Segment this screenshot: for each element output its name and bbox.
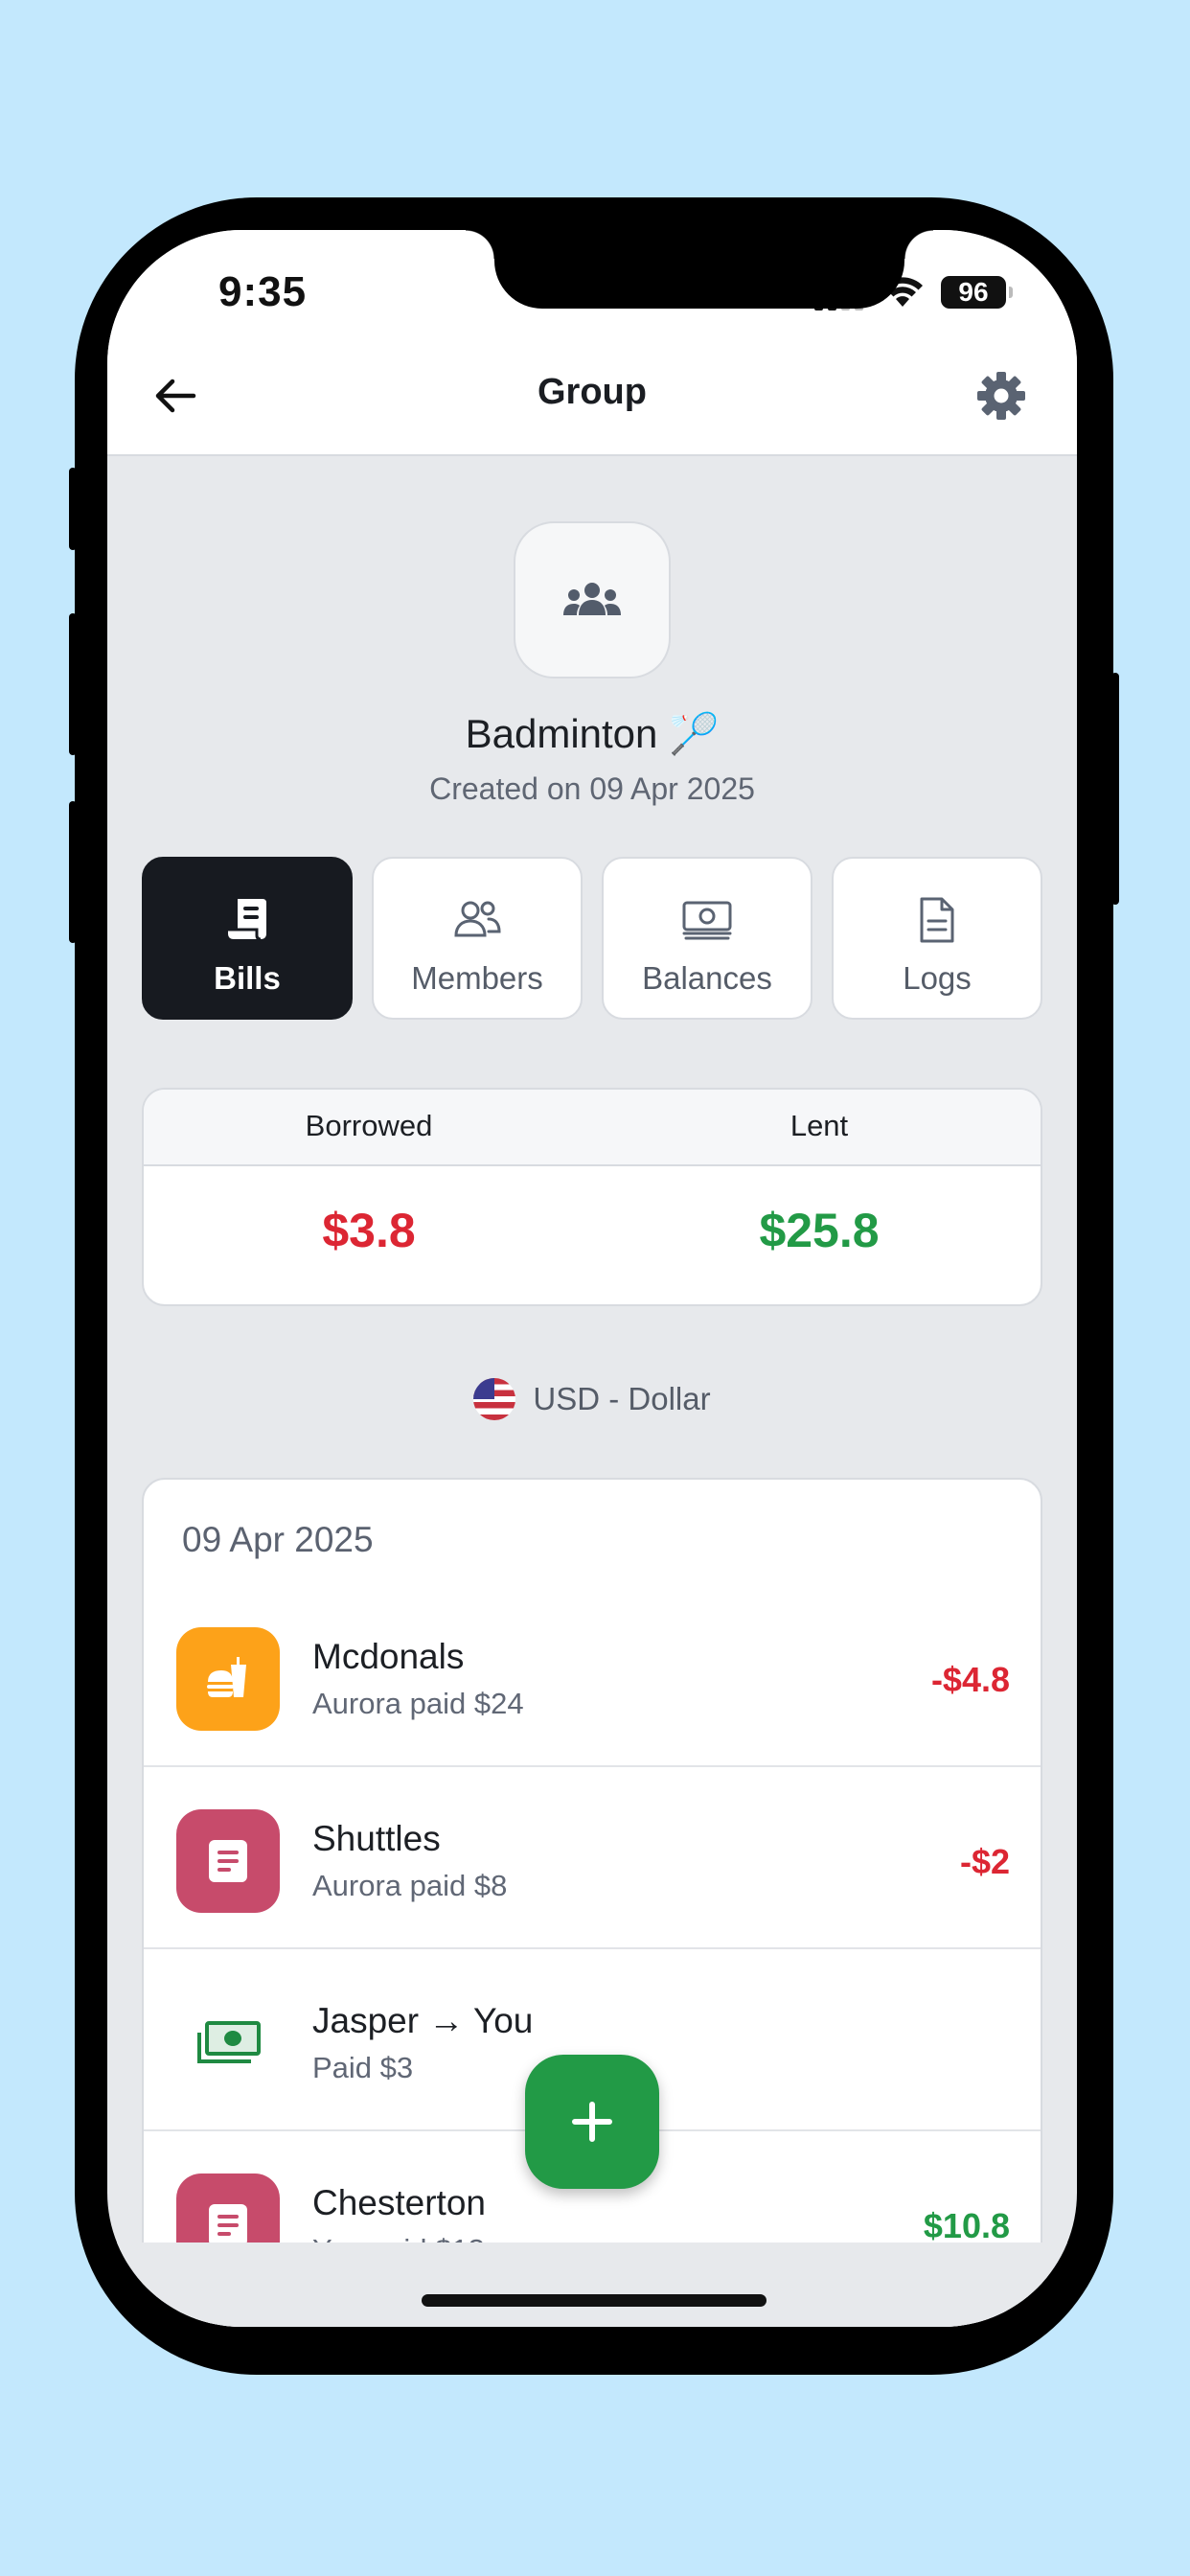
bill-amount: -$2: [959, 1842, 1010, 1881]
page-title: Group: [538, 372, 647, 412]
us-flag-icon: [473, 1378, 516, 1420]
note-icon: [209, 2204, 247, 2246]
group-name: Badminton 🏸: [465, 711, 720, 756]
money-icon: [197, 2021, 261, 2063]
note-icon: [209, 1840, 247, 1882]
receipt-icon: [228, 899, 266, 941]
settlement-detail: Paid $3: [312, 2051, 414, 2084]
plus-icon: [572, 2102, 612, 2142]
gear-icon[interactable]: [975, 370, 1027, 422]
status-time: 9:35: [218, 268, 308, 315]
battery-indicator: 96: [941, 276, 1013, 309]
bills-list: 09 Apr 2025 Mcdonals Aurora paid $24 -$4…: [142, 1478, 1042, 2327]
summary-header: Borrowed Lent: [144, 1090, 1041, 1166]
app-bar: Group: [107, 335, 1077, 456]
document-icon: [920, 897, 954, 943]
fast-food-icon: [207, 1657, 246, 1697]
bill-item[interactable]: Mcdonals Aurora paid $24 -$4.8: [144, 1585, 1041, 1767]
add-bill-button[interactable]: [525, 2055, 659, 2189]
tab-bills-label: Bills: [214, 960, 281, 996]
group-created-date: Created on 09 Apr 2025: [429, 771, 755, 806]
borrowed-label: Borrowed: [305, 1109, 433, 1142]
home-indicator[interactable]: [422, 2294, 767, 2307]
bill-payer: Aurora paid $24: [312, 1687, 524, 1720]
bill-category-icon: [176, 1809, 280, 1913]
currency-selector[interactable]: USD - Dollar: [107, 1378, 1077, 1420]
bill-name: Chesterton: [312, 2183, 486, 2222]
tab-logs[interactable]: Logs: [832, 857, 1042, 1020]
group-people-icon: [563, 583, 621, 615]
bill-item[interactable]: Shuttles Aurora paid $8 -$2: [144, 1767, 1041, 1949]
bills-date-header: 09 Apr 2025: [182, 1520, 374, 1559]
tab-balances-label: Balances: [642, 960, 772, 996]
borrowed-value: $3.8: [322, 1204, 416, 1257]
tab-members[interactable]: Members: [372, 857, 583, 1020]
phone-mute-switch: [69, 468, 77, 550]
settlement-name: Jasper → You: [312, 2001, 534, 2040]
tab-members-label: Members: [411, 960, 543, 996]
bill-payer: Aurora paid $8: [312, 1869, 508, 1902]
group-avatar: [514, 521, 671, 678]
home-indicator-area: [107, 2242, 1077, 2327]
phone-volume-down: [69, 801, 77, 943]
members-icon: [454, 901, 501, 937]
cash-icon: [682, 901, 732, 940]
app-screen: 9:35 96 Group Badminton 🏸 Created on 09 …: [107, 230, 1077, 2327]
bill-name: Shuttles: [312, 1819, 441, 1858]
currency-label: USD - Dollar: [533, 1381, 711, 1416]
bill-category-icon: [176, 1991, 280, 2095]
tab-logs-label: Logs: [903, 960, 972, 996]
bill-amount: -$4.8: [930, 1660, 1010, 1699]
phone-power-button: [1111, 673, 1119, 905]
bill-amount: $10.8: [923, 2206, 1010, 2245]
lent-value: $25.8: [759, 1204, 880, 1257]
tab-balances[interactable]: Balances: [602, 857, 812, 1020]
lent-label: Lent: [790, 1109, 849, 1142]
bill-category-icon: [176, 1627, 280, 1731]
tab-bills[interactable]: Bills: [142, 857, 353, 1020]
group-tabs: Bills Members Balances Logs: [142, 857, 1042, 1020]
notch: [466, 230, 933, 309]
bill-name: Mcdonals: [312, 1637, 465, 1676]
phone-volume-up: [69, 613, 77, 755]
balance-summary-card: Borrowed Lent $3.8 $25.8: [142, 1088, 1042, 1306]
